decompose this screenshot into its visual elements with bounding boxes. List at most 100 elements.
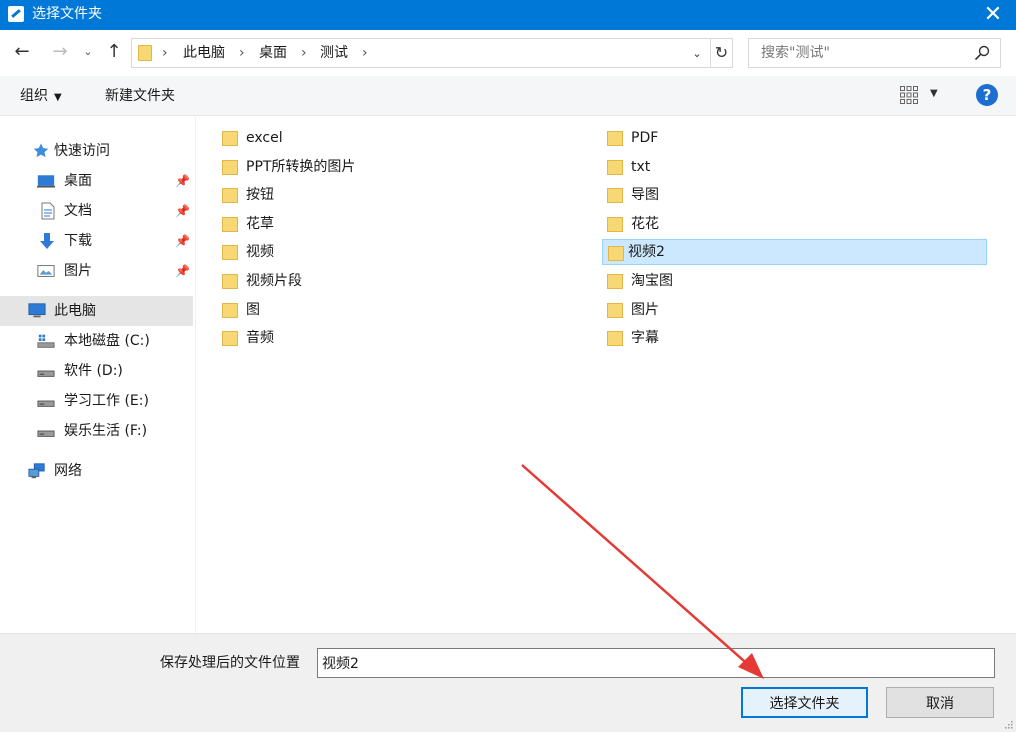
sidebar-item-label: 下载: [64, 233, 92, 249]
list-item[interactable]: 视频: [201, 239, 581, 265]
dialog-footer: 保存处理后的文件位置 选择文件夹 取消: [0, 633, 1016, 732]
pin-icon[interactable]: 📌: [175, 234, 190, 248]
back-button[interactable]: ←: [10, 40, 34, 64]
list-item[interactable]: 音频: [201, 325, 581, 351]
sidebar-item-pictures[interactable]: 图片 📌: [0, 256, 193, 286]
breadcrumb-separator[interactable]: ›: [301, 44, 307, 62]
select-folder-button[interactable]: 选择文件夹: [741, 687, 868, 718]
folder-name: 视频片段: [246, 273, 302, 289]
folder-icon: [222, 331, 238, 346]
pin-icon[interactable]: 📌: [175, 174, 190, 188]
network-icon: [28, 463, 45, 479]
folder-icon: [607, 303, 623, 318]
search-input[interactable]: [749, 39, 969, 67]
list-item[interactable]: 花草: [201, 211, 581, 237]
sidebar-item-drive-c[interactable]: 本地磁盘 (C:): [0, 326, 193, 356]
sidebar-item-label: 图片: [64, 263, 92, 279]
folder-name: excel: [246, 130, 283, 146]
folder-path-input[interactable]: [317, 648, 995, 678]
download-icon: [40, 233, 54, 249]
pin-icon[interactable]: 📌: [175, 204, 190, 218]
list-item[interactable]: PDF: [586, 125, 986, 151]
up-button[interactable]: ↑: [102, 40, 126, 64]
sidebar-item-network[interactable]: 网络: [0, 456, 193, 486]
sidebar-item-label: 学习工作 (E:): [64, 393, 149, 409]
sidebar-item-label: 本地磁盘 (C:): [64, 333, 150, 349]
folder-icon: [607, 131, 623, 146]
desktop-icon: [37, 175, 55, 188]
sidebar-item-label: 网络: [54, 463, 82, 479]
folder-name: 导图: [631, 187, 659, 203]
search-box[interactable]: [748, 38, 1001, 68]
sidebar-item-this-pc[interactable]: 此电脑: [0, 296, 193, 326]
resize-grip-icon[interactable]: [1003, 719, 1013, 729]
folder-name: 字幕: [631, 330, 659, 346]
folder-icon: [222, 274, 238, 289]
address-dropdown-button[interactable]: ⌄: [688, 45, 706, 63]
sidebar-item-label: 此电脑: [54, 303, 96, 319]
list-item[interactable]: 视频片段: [201, 268, 581, 294]
organize-button[interactable]: 组织 ▼: [20, 87, 62, 107]
sidebar-item-downloads[interactable]: 下载 📌: [0, 226, 193, 256]
window-title: 选择文件夹: [32, 6, 102, 22]
list-item-selected[interactable]: 视频2: [602, 239, 987, 265]
sidebar-item-drive-f[interactable]: 娱乐生活 (F:): [0, 416, 193, 446]
breadcrumb-desktop[interactable]: 桌面: [259, 44, 287, 62]
pin-icon[interactable]: 📌: [175, 264, 190, 278]
search-icon[interactable]: [974, 45, 990, 61]
folder-icon: [222, 131, 238, 146]
folder-icon: [607, 274, 623, 289]
folder-name: PDF: [631, 130, 659, 146]
folder-field-label: 保存处理后的文件位置: [160, 655, 300, 671]
sidebar-item-quick-access[interactable]: 快速访问: [0, 136, 193, 166]
folder-name: 音频: [246, 330, 274, 346]
forward-button[interactable]: →: [48, 40, 72, 64]
cancel-button[interactable]: 取消: [886, 687, 994, 718]
folder-icon: [222, 217, 238, 232]
view-options-icon[interactable]: [899, 85, 919, 105]
breadcrumb-separator[interactable]: ›: [162, 44, 168, 62]
sidebar-item-label: 快速访问: [54, 143, 110, 159]
view-dropdown-button[interactable]: ▼: [930, 88, 938, 99]
app-icon: [8, 6, 24, 22]
breadcrumb-this-pc[interactable]: 此电脑: [183, 44, 225, 62]
folder-icon: [138, 45, 152, 61]
list-item[interactable]: 按钮: [201, 182, 581, 208]
breadcrumb-test[interactable]: 测试: [320, 44, 348, 62]
list-item[interactable]: PPT所转换的图片: [201, 154, 581, 180]
folder-name: 淘宝图: [631, 273, 673, 289]
folder-icon: [222, 160, 238, 175]
chevron-down-icon: ▼: [54, 92, 62, 103]
list-item[interactable]: excel: [201, 125, 581, 151]
folder-name: 视频2: [628, 244, 665, 260]
list-item[interactable]: txt: [586, 154, 986, 180]
pictures-icon: [37, 265, 55, 277]
list-item[interactable]: 图: [201, 297, 581, 323]
list-item[interactable]: 字幕: [586, 325, 986, 351]
sidebar-item-drive-d[interactable]: 软件 (D:): [0, 356, 193, 386]
list-item[interactable]: 淘宝图: [586, 268, 986, 294]
folder-icon: [607, 331, 623, 346]
folder-list: excel PPT所转换的图片 按钮 花草 视频 视频片段 图 音频 PDF t…: [197, 117, 1016, 633]
close-button[interactable]: ✕: [970, 0, 1016, 30]
sidebar-item-drive-e[interactable]: 学习工作 (E:): [0, 386, 193, 416]
list-item[interactable]: 花花: [586, 211, 986, 237]
refresh-button[interactable]: ↻: [710, 39, 732, 67]
computer-icon: [28, 303, 46, 318]
sidebar-item-label: 桌面: [64, 173, 92, 189]
new-folder-button[interactable]: 新建文件夹: [105, 87, 175, 105]
sidebar-item-label: 娱乐生活 (F:): [64, 423, 148, 439]
address-bar[interactable]: › 此电脑 › 桌面 › 测试 › ⌄ ↻: [131, 38, 733, 68]
sidebar-item-documents[interactable]: 文档 📌: [0, 196, 193, 226]
list-item[interactable]: 导图: [586, 182, 986, 208]
star-icon: [33, 143, 49, 158]
help-icon[interactable]: ?: [976, 84, 998, 106]
breadcrumb-separator[interactable]: ›: [362, 44, 368, 62]
sidebar-item-desktop[interactable]: 桌面 📌: [0, 166, 193, 196]
list-item[interactable]: 图片: [586, 297, 986, 323]
sidebar-item-label: 软件 (D:): [64, 363, 123, 379]
breadcrumb-separator[interactable]: ›: [239, 44, 245, 62]
folder-name: 按钮: [246, 187, 274, 203]
folder-name: 图片: [631, 302, 659, 318]
recent-locations-button[interactable]: ⌄: [80, 40, 96, 64]
